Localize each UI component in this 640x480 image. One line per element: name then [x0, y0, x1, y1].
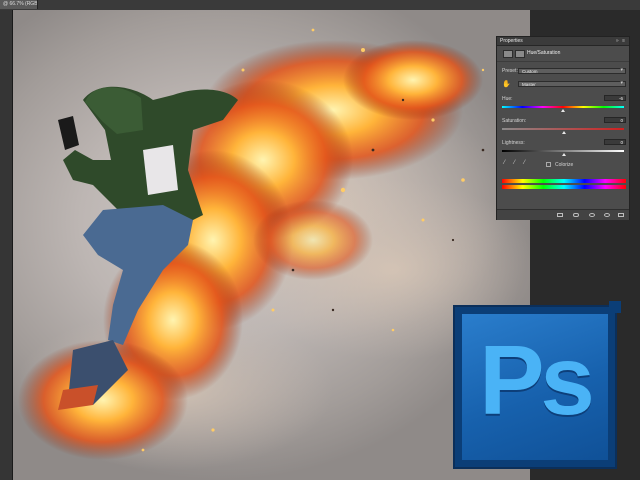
- document-canvas[interactable]: [13, 10, 530, 480]
- output-color-bar: [502, 185, 626, 189]
- clip-to-layer-icon[interactable]: [557, 213, 563, 217]
- hue-slider-thumb[interactable]: [561, 109, 565, 112]
- logo-text: Ps: [479, 325, 595, 435]
- eyedropper-icon[interactable]: ⁄: [504, 160, 505, 166]
- preset-dropdown[interactable]: Custom: [518, 68, 626, 74]
- saturation-slider-thumb[interactable]: [562, 131, 566, 134]
- hue-label: Hue:: [502, 96, 513, 102]
- adjustment-title: Hue/Saturation: [527, 50, 561, 56]
- photoshop-logo: Ps: [455, 301, 621, 467]
- lightness-slider-track[interactable]: [502, 150, 624, 152]
- saturation-value-field[interactable]: 0: [604, 117, 626, 123]
- artwork-fire-dancer: [13, 28, 530, 470]
- colorize-checkbox[interactable]: [546, 162, 551, 167]
- lightness-value-field[interactable]: 0: [604, 139, 626, 145]
- adjustment-header: Hue/Saturation: [497, 46, 629, 62]
- reset-icon[interactable]: [589, 213, 595, 217]
- panel-footer: [497, 209, 629, 220]
- document-tab[interactable]: @ 66.7% (RGB/8) *: [0, 0, 38, 9]
- saturation-slider-track[interactable]: [502, 128, 624, 130]
- visibility-icon[interactable]: [604, 213, 610, 217]
- adjustment-layer-icon[interactable]: [503, 50, 513, 58]
- preset-label: Preset:: [502, 68, 518, 74]
- tab-properties[interactable]: Properties: [500, 37, 523, 45]
- input-color-bar: [502, 179, 626, 183]
- channel-dropdown[interactable]: Master: [518, 81, 626, 87]
- trash-icon[interactable]: [618, 213, 624, 217]
- hue-value-field[interactable]: -6: [604, 95, 626, 101]
- mask-icon[interactable]: [515, 50, 525, 58]
- panel-tab-bar: Properties » ≡: [497, 37, 629, 46]
- lightness-label: Lightness:: [502, 140, 525, 146]
- view-previous-icon[interactable]: [573, 213, 579, 217]
- saturation-label: Saturation:: [502, 118, 527, 124]
- eyedropper-plus-icon[interactable]: ⁄: [514, 160, 515, 166]
- lightness-slider-thumb[interactable]: [562, 153, 566, 156]
- eyedropper-minus-icon[interactable]: ⁄: [524, 160, 525, 166]
- panel-menu-icon[interactable]: » ≡: [616, 37, 626, 45]
- tools-panel: [0, 10, 13, 480]
- colorize-label: Colorize: [555, 162, 574, 168]
- hand-target-icon[interactable]: ✋: [502, 80, 511, 88]
- hue-slider-track[interactable]: [502, 106, 624, 108]
